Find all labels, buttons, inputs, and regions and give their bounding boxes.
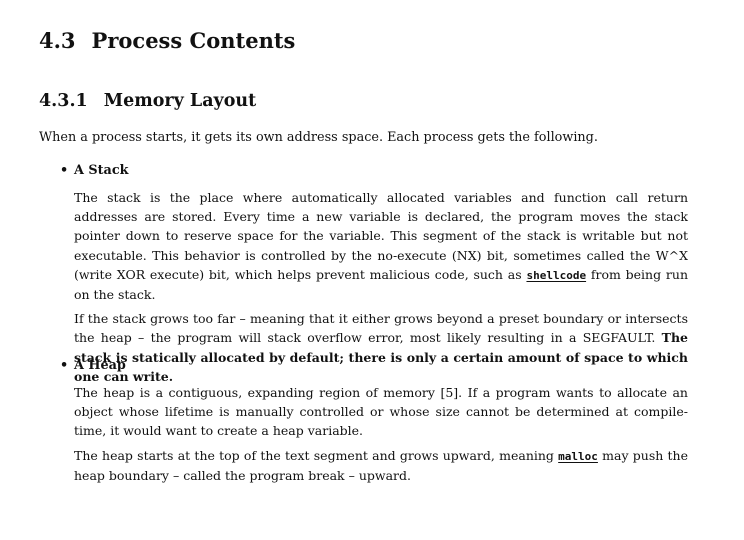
heap-text-2a: The heap starts at the top of the text s… [74,447,559,463]
subsection-heading: 4.3.1 Memory Layout [39,89,256,113]
stack-paragraph-1: The stack is the place where automatical… [74,188,688,304]
bullet-icon: • [60,163,69,178]
list-item-label: A Heap [74,358,126,373]
list-item-label: A Stack [74,163,129,178]
intro-paragraph: When a process starts, it gets its own a… [39,130,598,145]
heap-paragraph-1: The heap is a contiguous, expanding regi… [74,385,688,439]
list-item-stack: • A Stack The stack is the place where a… [39,161,705,386]
document-page: 4.3 Process Contents 4.3.1 Memory Layout W… [0,0,744,540]
inline-code-malloc: malloc [558,449,598,463]
heap-paragraph-2: The heap starts at the top of the text s… [74,446,688,485]
section-heading: 4.3 Process Contents [39,27,295,55]
list-item-heading: • A Heap [39,356,705,375]
section-number: 4.3 [39,28,76,53]
list-item-heading: • A Stack [39,161,705,180]
subsection-title: Memory Layout [103,91,257,111]
bullet-icon: • [60,358,69,373]
stack-text-2a: If the stack grows too far – meaning tha… [74,311,688,346]
section-title: Process Contents [91,28,296,53]
subsection-number: 4.3.1 [39,91,88,111]
inline-code-shellcode: shellcode [526,268,587,282]
list-item-heap: • A Heap The heap is a contiguous, expan… [39,356,705,485]
